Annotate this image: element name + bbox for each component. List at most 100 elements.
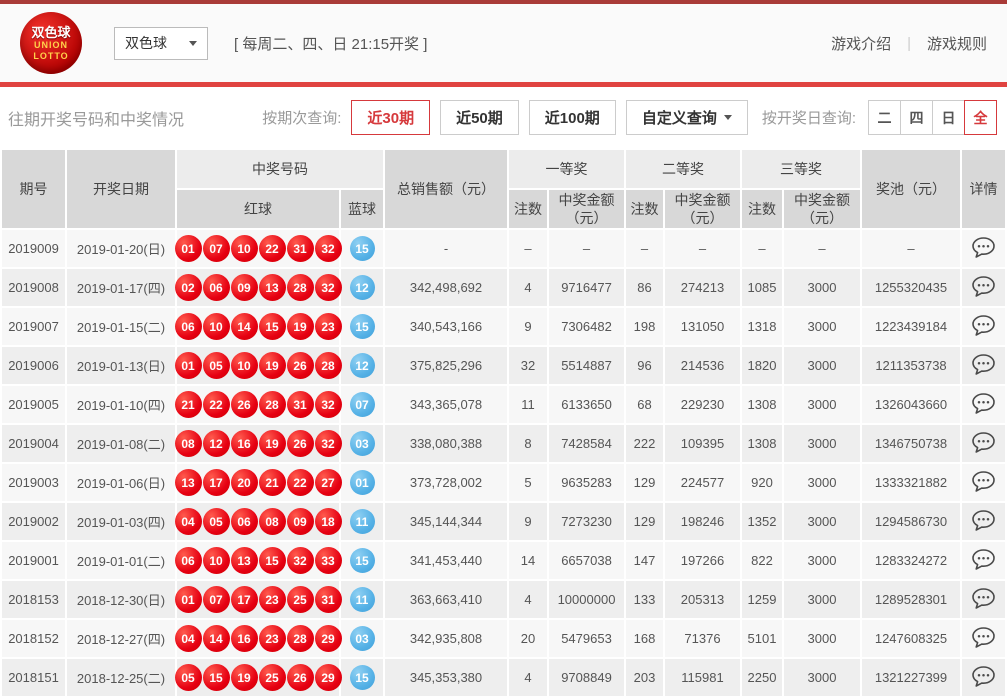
first-prize-amount-cell: 5479653 <box>549 620 624 657</box>
red-ball: 12 <box>203 430 230 457</box>
detail-comment-button[interactable] <box>971 392 996 415</box>
first-prize-amount-cell: 9708849 <box>549 659 624 696</box>
detail-cell <box>962 347 1005 384</box>
col-header-issue: 期号 <box>2 150 65 228</box>
site-header: 双色球 UNION LOTTO 双色球 [ 每周二、四、日 21:15开奖 ] … <box>0 4 1007 82</box>
detail-comment-button[interactable] <box>971 236 996 259</box>
red-balls-cell: 061013153233 <box>177 542 339 579</box>
results-tbody: 20190092019-01-20(日)01071022313215-–––––… <box>2 230 1005 696</box>
red-ball: 13 <box>259 274 286 301</box>
game-select-dropdown[interactable]: 双色球 <box>114 27 208 60</box>
sales-cell: 345,144,344 <box>385 503 507 540</box>
detail-comment-button[interactable] <box>971 626 996 649</box>
red-ball: 32 <box>315 235 342 262</box>
filter-last-30[interactable]: 近30期 <box>351 100 430 135</box>
col-header-amount-2: 中奖金额（元） <box>665 190 740 228</box>
game-rules-link[interactable]: 游戏规则 <box>927 33 987 54</box>
red-ball: 22 <box>259 235 286 262</box>
date-cell: 2018-12-27(四) <box>67 620 175 657</box>
filter-last-100[interactable]: 近100期 <box>529 100 616 135</box>
blue-ball-cell: 12 <box>341 347 383 384</box>
day-filter-all[interactable]: 全 <box>964 100 997 135</box>
third-prize-count-cell: 1085 <box>742 269 782 306</box>
red-ball: 29 <box>315 664 342 691</box>
red-ball: 15 <box>259 547 286 574</box>
first-prize-amount-cell: 9635283 <box>549 464 624 501</box>
comment-dots-icon <box>971 275 996 298</box>
logo-sub2: LOTTO <box>33 52 68 61</box>
red-ball: 05 <box>203 352 230 379</box>
red-balls: 131720212227 <box>177 469 339 496</box>
detail-comment-button[interactable] <box>971 470 996 493</box>
game-intro-link[interactable]: 游戏介绍 <box>831 33 891 54</box>
comment-dots-icon <box>971 353 996 376</box>
table-row: 20190062019-01-13(日)01051019262812375,82… <box>2 347 1005 384</box>
first-prize-count-cell: – <box>509 230 547 267</box>
sales-cell: 340,543,166 <box>385 308 507 345</box>
detail-cell <box>962 581 1005 618</box>
sales-cell: 373,728,002 <box>385 464 507 501</box>
third-prize-count-cell: 5101 <box>742 620 782 657</box>
filter-last-50[interactable]: 近50期 <box>440 100 519 135</box>
date-cell: 2018-12-30(日) <box>67 581 175 618</box>
comment-dots-icon <box>971 626 996 649</box>
day-filter-tue[interactable]: 二 <box>868 100 901 135</box>
red-ball: 19 <box>231 664 258 691</box>
table-row: 20190052019-01-10(四)21222628313207343,36… <box>2 386 1005 423</box>
sales-cell: 338,080,388 <box>385 425 507 462</box>
red-ball: 23 <box>315 313 342 340</box>
col-header-third-prize: 三等奖 <box>742 150 860 188</box>
detail-comment-button[interactable] <box>971 275 996 298</box>
second-prize-amount-cell: 71376 <box>665 620 740 657</box>
detail-cell <box>962 425 1005 462</box>
comment-dots-icon <box>971 470 996 493</box>
red-ball: 14 <box>231 313 258 340</box>
custom-query-dropdown[interactable]: 自定义查询 <box>626 100 748 135</box>
red-ball: 32 <box>315 391 342 418</box>
detail-comment-button[interactable] <box>971 509 996 532</box>
chevron-down-icon <box>189 41 197 46</box>
red-ball: 01 <box>175 586 202 613</box>
red-ball: 28 <box>287 625 314 652</box>
red-ball: 32 <box>315 274 342 301</box>
red-ball: 28 <box>287 274 314 301</box>
day-filter-thu[interactable]: 四 <box>900 100 933 135</box>
red-ball: 05 <box>175 664 202 691</box>
third-prize-amount-cell: 3000 <box>784 659 860 696</box>
blue-ball: 11 <box>350 509 375 534</box>
red-ball: 08 <box>259 508 286 535</box>
red-ball: 06 <box>203 274 230 301</box>
comment-dots-icon <box>971 509 996 532</box>
day-filter-sun[interactable]: 日 <box>932 100 965 135</box>
draw-schedule-note: [ 每周二、四、日 21:15开奖 ] <box>234 33 427 54</box>
detail-comment-button[interactable] <box>971 353 996 376</box>
col-header-first-prize: 一等奖 <box>509 150 624 188</box>
third-prize-count-cell: 1318 <box>742 308 782 345</box>
pool-cell: 1294586730 <box>862 503 960 540</box>
issue-cell: 2018152 <box>2 620 65 657</box>
blue-ball: 11 <box>350 587 375 612</box>
red-balls: 081216192632 <box>177 430 339 457</box>
red-ball: 29 <box>315 625 342 652</box>
date-cell: 2019-01-03(四) <box>67 503 175 540</box>
chevron-down-icon <box>724 115 732 120</box>
detail-comment-button[interactable] <box>971 548 996 571</box>
red-balls-cell: 010510192628 <box>177 347 339 384</box>
detail-comment-button[interactable] <box>971 587 996 610</box>
red-ball: 10 <box>231 235 258 262</box>
red-ball: 08 <box>175 430 202 457</box>
blue-ball: 07 <box>350 392 375 417</box>
first-prize-count-cell: 4 <box>509 269 547 306</box>
first-prize-amount-cell: 7273230 <box>549 503 624 540</box>
col-header-count-3: 注数 <box>742 190 782 228</box>
red-balls-cell: 081216192632 <box>177 425 339 462</box>
detail-comment-button[interactable] <box>971 314 996 337</box>
red-ball: 19 <box>259 430 286 457</box>
table-row: 20190032019-01-06(日)13172021222701373,72… <box>2 464 1005 501</box>
red-ball: 13 <box>231 547 258 574</box>
third-prize-count-cell: 1308 <box>742 425 782 462</box>
detail-comment-button[interactable] <box>971 431 996 454</box>
third-prize-count-cell: 2250 <box>742 659 782 696</box>
detail-comment-button[interactable] <box>971 665 996 688</box>
by-day-label: 按开奖日查询: <box>762 107 856 128</box>
